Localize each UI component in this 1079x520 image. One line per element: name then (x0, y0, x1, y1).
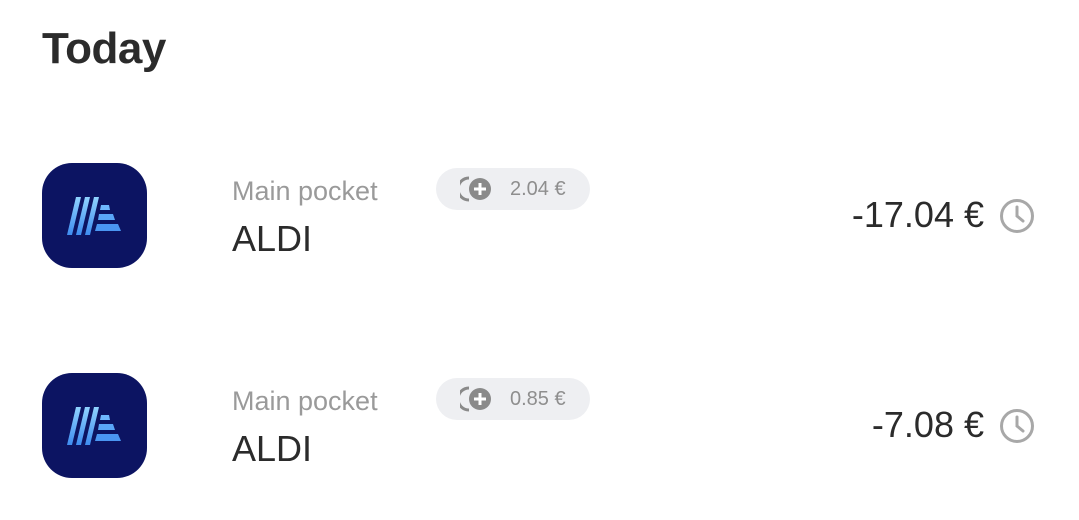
roundup-amount: 2.04 € (510, 177, 566, 200)
section-title: Today (42, 24, 166, 73)
aldi-logo (42, 163, 147, 268)
merchant-name: ALDI (232, 218, 313, 259)
transaction-amount: -7.08 € (871, 404, 984, 445)
coin-plus-icon (460, 176, 491, 202)
merchant-name: ALDI (232, 428, 313, 469)
transaction-row[interactable]: Main pocket ALDI 2.04 € -17.04 € (0, 160, 1079, 270)
transaction-amount: -17.04 € (851, 194, 984, 235)
pocket-label: Main pocket (232, 176, 378, 206)
roundup-badge: 0.85 € (436, 378, 590, 420)
roundup-badge: 2.04 € (436, 168, 590, 210)
transactions-page: Today Main pocket ALDI 2.04 € -17.04 € M… (0, 0, 1079, 520)
clock-icon (1000, 199, 1034, 233)
clock-icon (1000, 409, 1034, 443)
aldi-logo (42, 373, 147, 478)
coin-plus-icon (460, 386, 491, 412)
transaction-row[interactable]: Main pocket ALDI 0.85 € -7.08 € (0, 370, 1079, 480)
roundup-amount: 0.85 € (510, 387, 566, 410)
pocket-label: Main pocket (232, 386, 378, 416)
